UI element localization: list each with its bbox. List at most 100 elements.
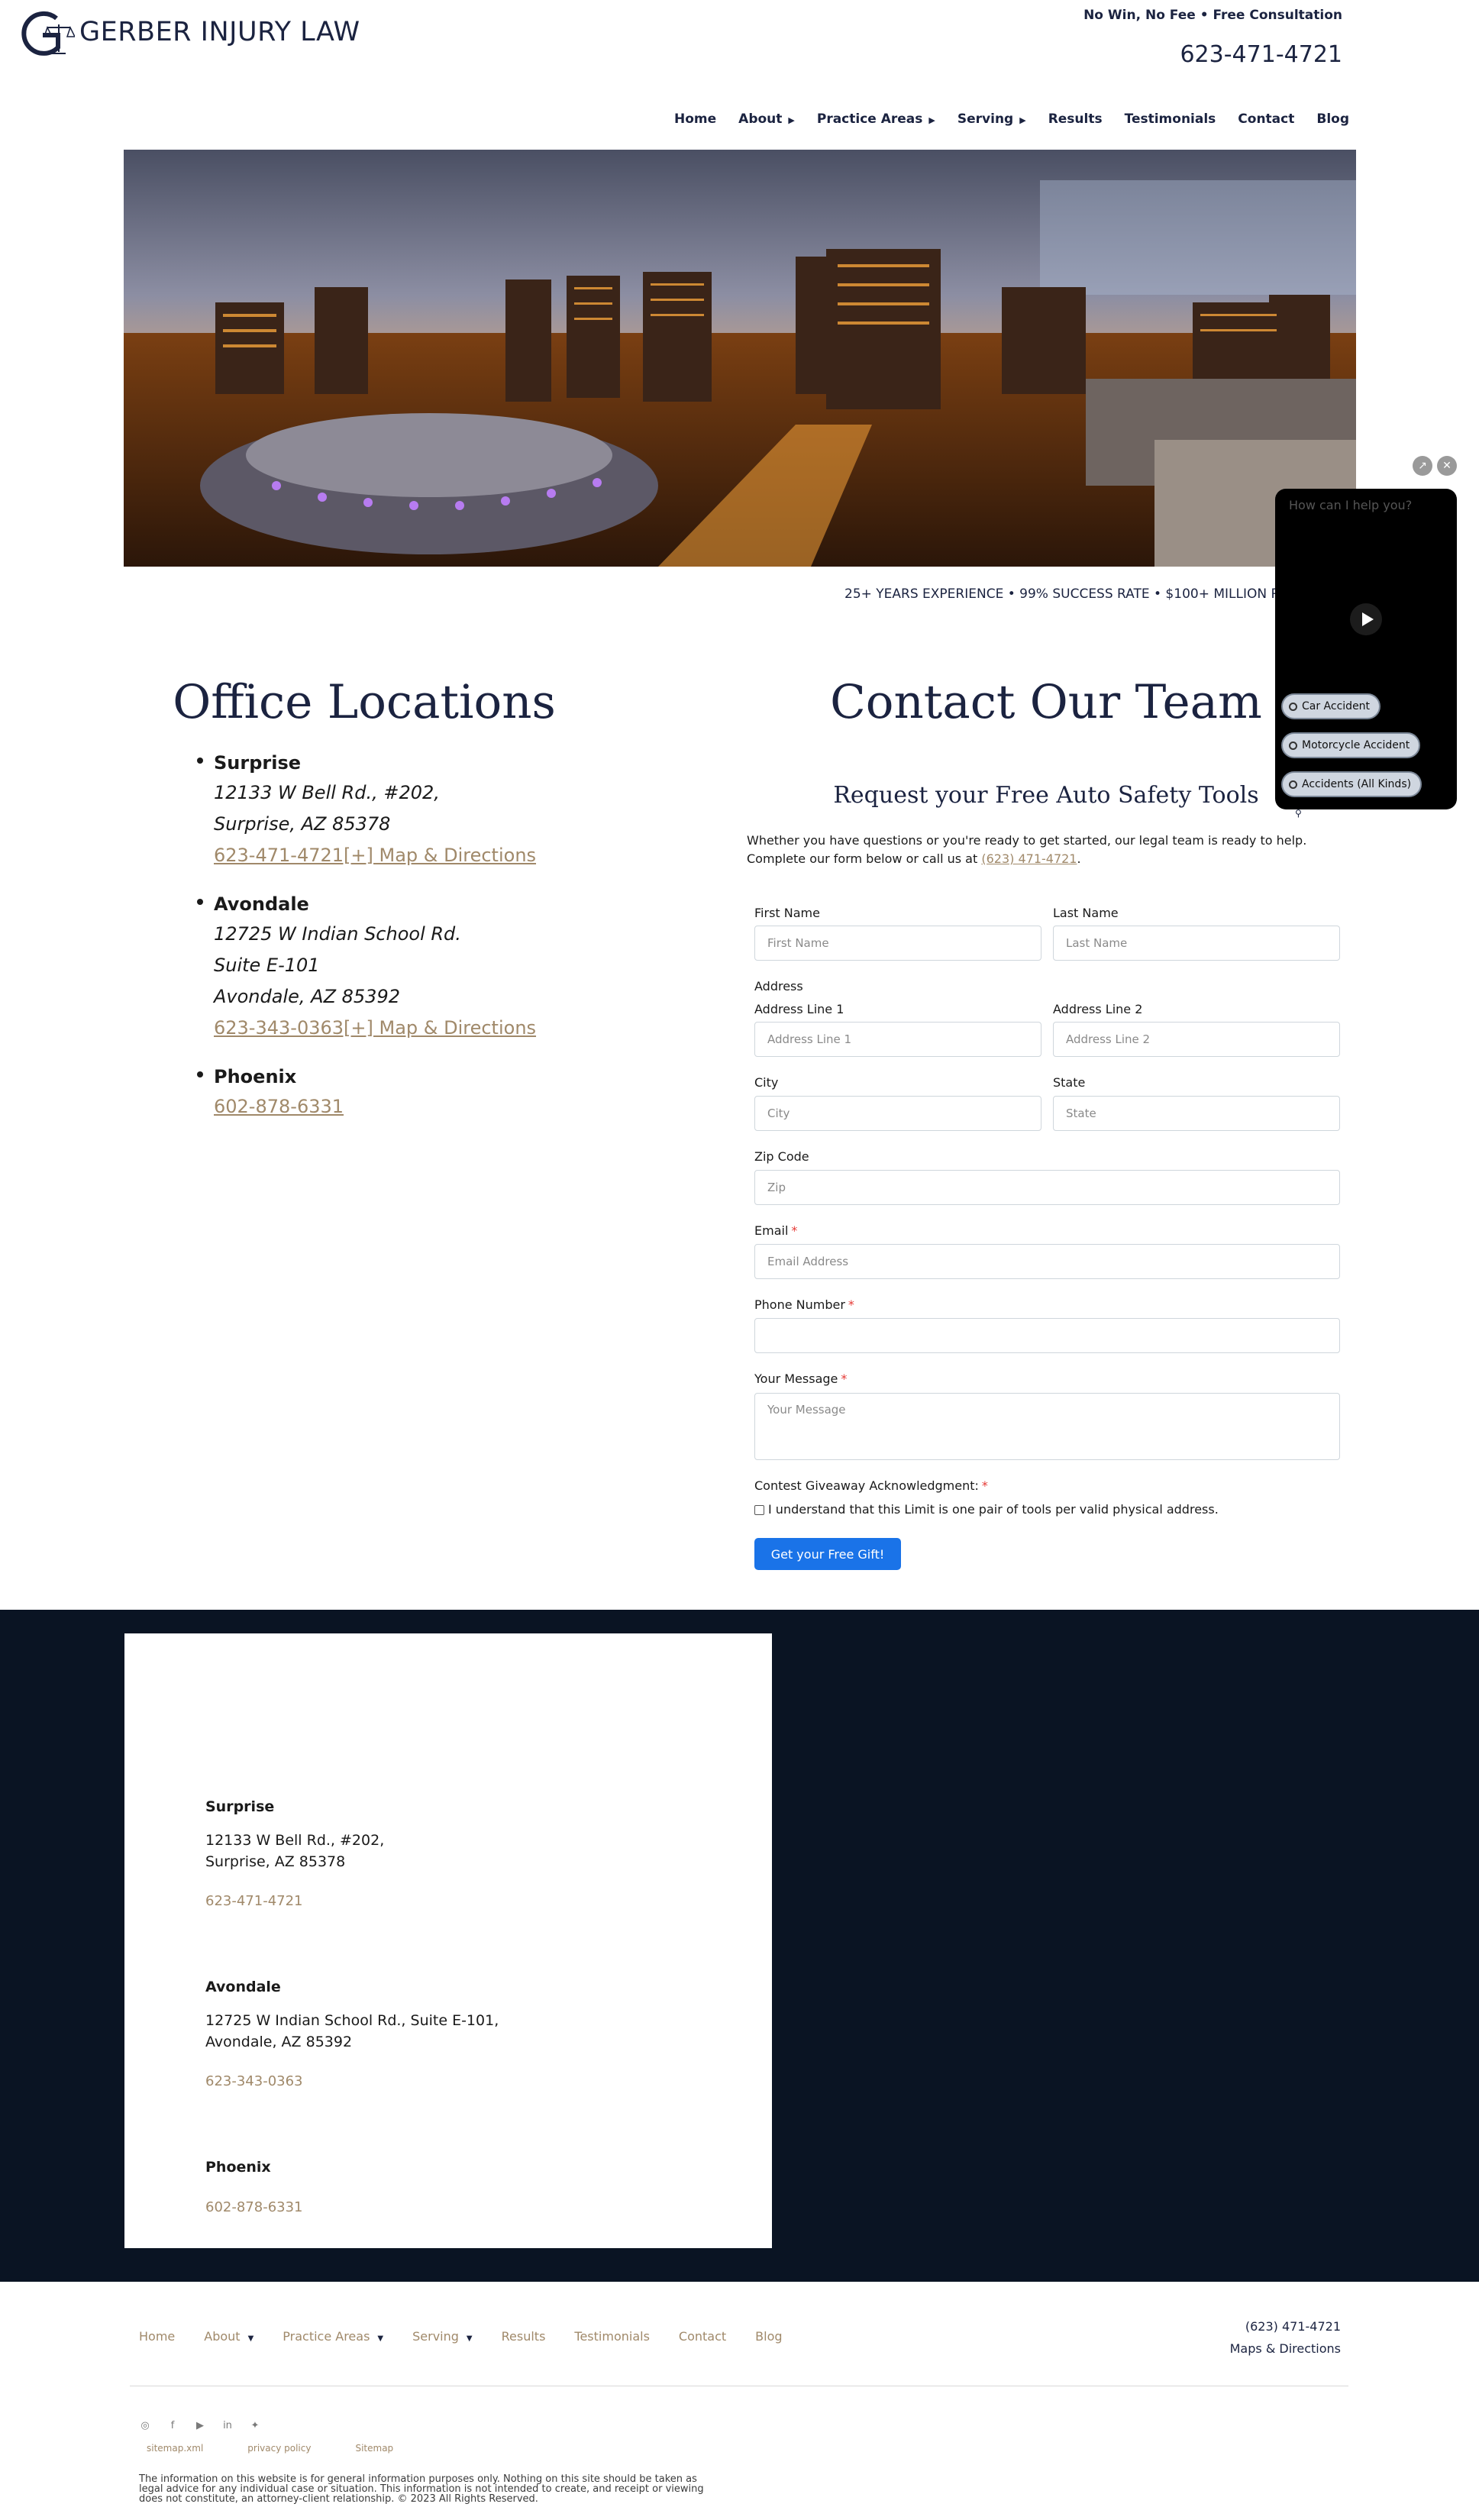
footer-nav-blog[interactable]: Blog — [755, 2329, 782, 2344]
address-line2-input[interactable]: Address Line 2 — [1053, 1022, 1340, 1057]
close-icon[interactable]: ✕ — [1437, 456, 1457, 476]
card-location-address: 12725 W Indian School Rd., Suite E-101, — [205, 2012, 499, 2029]
office-name: Avondale — [214, 893, 309, 915]
office-phone-map-link[interactable]: 623-343-0363[+] Map & Directions — [214, 1013, 687, 1044]
caret-right-icon: ▶ — [1019, 115, 1026, 125]
card-location-phone[interactable]: 602-878-6331 — [205, 2199, 303, 2215]
first-name-input[interactable]: First Name — [754, 926, 1041, 961]
required-mark: * — [841, 1371, 848, 1386]
required-mark: * — [981, 1478, 988, 1493]
nav-item-blog[interactable]: Blog — [1316, 111, 1349, 127]
logo-icon[interactable] — [17, 11, 75, 58]
required-mark: * — [848, 1297, 854, 1312]
footer-maps-link[interactable]: Maps & Directions — [1145, 2341, 1341, 2356]
footer-phone[interactable]: (623) 471-4721 — [1145, 2319, 1341, 2334]
address-line2-label: Address Line 2 — [1053, 1002, 1143, 1016]
card-location-name: Phoenix — [205, 2159, 271, 2176]
chat-chip-motorcycle-accident[interactable]: Motorcycle Accident — [1281, 732, 1421, 758]
nav-item-home[interactable]: Home — [674, 111, 716, 127]
logo-text[interactable]: GERBER INJURY LAW — [79, 17, 360, 47]
city-input[interactable]: City — [754, 1096, 1041, 1131]
footer-links: sitemap.xml privacy policy Sitemap — [147, 2443, 393, 2454]
footer-nav-testimonials[interactable]: Testimonials — [574, 2329, 650, 2344]
offices-title: Office Locations — [173, 675, 556, 729]
radio-icon — [1289, 780, 1297, 789]
hero-stats: 25+ YEARS EXPERIENCE • 99% SUCCESS RATE … — [844, 586, 1303, 602]
footer-nav-practice-areas[interactable]: Practice Areas ▼ — [283, 2329, 383, 2344]
office-list: Surprise 12133 W Bell Rd., #202, Surpris… — [197, 748, 687, 1141]
request-title: Request your Free Auto Safety Tools — [833, 782, 1259, 809]
intro-phone-link[interactable]: (623) 471-4721 — [981, 851, 1077, 866]
ack-checkbox[interactable] — [754, 1505, 764, 1515]
nav-item-contact[interactable]: Contact — [1238, 111, 1294, 127]
caret-right-icon: ▶ — [788, 115, 795, 125]
bullet-icon — [197, 758, 203, 764]
caret-down-icon: ▼ — [377, 2334, 384, 2343]
social-links: ◎ f ▶ in ✦ — [139, 2419, 261, 2431]
footer-nav-home[interactable]: Home — [139, 2329, 175, 2344]
chat-widget — [1275, 489, 1457, 809]
last-name-input[interactable]: Last Name — [1053, 926, 1340, 961]
youtube-icon[interactable]: ▶ — [194, 2419, 206, 2431]
phone-input[interactable] — [754, 1318, 1340, 1353]
card-location-phone[interactable]: 623-343-0363 — [205, 2073, 303, 2089]
office-address-line: Suite E-101 — [214, 955, 320, 976]
phone-label: Phone Number * — [754, 1297, 854, 1312]
card-location-phone[interactable]: 623-471-4721 — [205, 1893, 303, 1909]
office-address-line: 12133 W Bell Rd., #202, — [214, 782, 440, 803]
nav-item-serving[interactable]: Serving ▶ — [957, 111, 1026, 127]
nav-item-about[interactable]: About ▶ — [738, 111, 795, 127]
play-icon[interactable] — [1350, 603, 1382, 635]
office-address-line: Avondale, AZ 85392 — [214, 986, 400, 1007]
chat-prompt: How can I help you? — [1289, 498, 1413, 512]
city-label: City — [754, 1075, 779, 1090]
caret-down-icon: ▼ — [247, 2334, 254, 2343]
state-label: State — [1053, 1075, 1086, 1090]
office-phone-link[interactable]: 602-878-6331 — [214, 1091, 687, 1123]
submit-button[interactable]: Get your Free Gift! — [754, 1538, 901, 1570]
nav-item-results[interactable]: Results — [1048, 111, 1103, 127]
footer-nav-results[interactable]: Results — [502, 2329, 546, 2344]
message-label: Your Message * — [754, 1371, 848, 1386]
address-line1-input[interactable]: Address Line 1 — [754, 1022, 1041, 1057]
chat-chip-accidents-all[interactable]: Accidents (All Kinds) — [1281, 771, 1422, 797]
state-input[interactable]: State — [1053, 1096, 1340, 1131]
zip-label: Zip Code — [754, 1149, 809, 1164]
chat-chip-car-accident[interactable]: Car Accident — [1281, 693, 1381, 719]
contact-title: Contact Our Team — [830, 675, 1262, 729]
zip-input[interactable]: Zip — [754, 1170, 1340, 1205]
ack-checkbox-label[interactable]: I understand that this Limit is one pair… — [768, 1502, 1219, 1517]
header-phone[interactable]: 623-471-4721 — [1069, 41, 1342, 68]
last-name-label: Last Name — [1053, 906, 1119, 920]
required-mark: * — [791, 1223, 798, 1238]
footer-nav-about[interactable]: About ▼ — [204, 2329, 253, 2344]
twitter-icon[interactable]: ✦ — [249, 2419, 261, 2431]
office-phone-map-link[interactable]: 623-471-4721[+] Map & Directions — [214, 840, 687, 871]
hero-city-skyline-image — [124, 150, 1356, 567]
address-line1-label: Address Line 1 — [754, 1002, 844, 1016]
ack-label: Contest Giveaway Acknowledgment: * — [754, 1478, 988, 1493]
message-textarea[interactable]: Your Message — [754, 1393, 1340, 1460]
email-input[interactable]: Email Address — [754, 1244, 1340, 1279]
open-external-icon[interactable]: ↗ — [1413, 456, 1432, 476]
nav-item-testimonials[interactable]: Testimonials — [1125, 111, 1216, 127]
office-name: Phoenix — [214, 1066, 297, 1087]
linkedin-icon[interactable]: in — [221, 2419, 234, 2431]
header-tagline: No Win, No Fee • Free Consultation — [1083, 8, 1342, 23]
radio-icon — [1289, 741, 1297, 750]
footer-nav-serving[interactable]: Serving ▼ — [412, 2329, 473, 2344]
first-name-label: First Name — [754, 906, 820, 920]
nav-item-practice-areas[interactable]: Practice Areas ▶ — [817, 111, 935, 127]
privacy-policy-link[interactable]: privacy policy — [247, 2443, 311, 2454]
footer-nav-contact[interactable]: Contact — [679, 2329, 726, 2344]
office-item-surprise: Surprise 12133 W Bell Rd., #202, Surpris… — [197, 748, 687, 871]
sitemap-link[interactable]: Sitemap — [355, 2443, 393, 2454]
sitemap-xml-link[interactable]: sitemap.xml — [147, 2443, 203, 2454]
main-nav: Home About ▶ Practice Areas ▶ Serving ▶ Res… — [674, 111, 1349, 127]
office-item-phoenix: Phoenix 602-878-6331 — [197, 1062, 687, 1123]
instagram-icon[interactable]: ◎ — [139, 2419, 151, 2431]
facebook-icon[interactable]: f — [166, 2419, 179, 2431]
card-location-name: Surprise — [205, 1798, 275, 1815]
card-location-address: Avondale, AZ 85392 — [205, 2034, 353, 2050]
office-address-line: 12725 W Indian School Rd. — [214, 923, 461, 945]
